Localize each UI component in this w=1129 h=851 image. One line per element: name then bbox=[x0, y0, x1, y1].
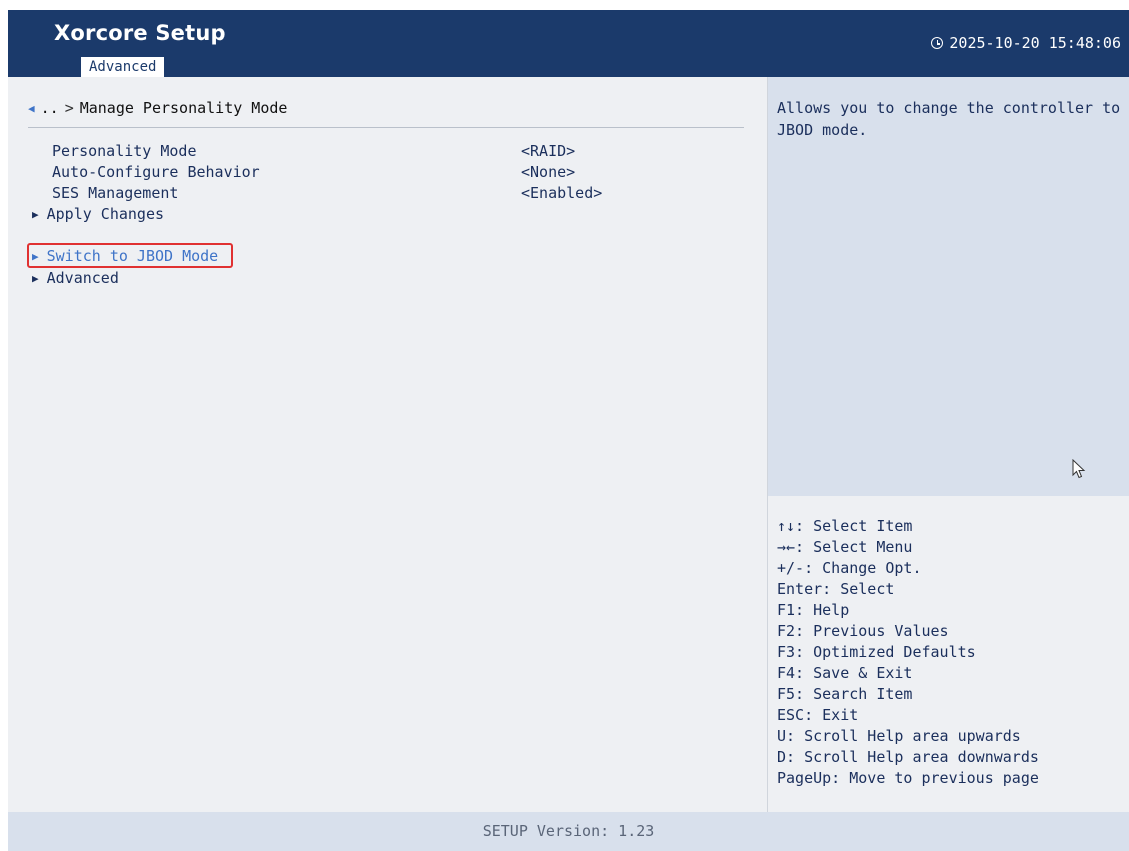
top-cropped-strip bbox=[0, 0, 1129, 10]
submenu-label: Apply Changes bbox=[46, 205, 165, 223]
key-legend-item: PageUp: Move to previous page bbox=[777, 769, 1039, 787]
breadcrumb-parent[interactable]: .. bbox=[41, 99, 59, 117]
clock-icon bbox=[931, 37, 944, 49]
key-legend-item: D: Scroll Help area downwards bbox=[777, 748, 1039, 766]
setting-ses-management-value[interactable]: <Enabled> bbox=[521, 184, 602, 202]
submenu-apply-changes[interactable]: ▶ Apply Changes bbox=[32, 205, 164, 223]
datetime: 2025-10-20 15:48:06 bbox=[931, 34, 1121, 52]
setting-ses-management-label[interactable]: SES Management bbox=[52, 184, 178, 202]
divider bbox=[28, 127, 744, 128]
setting-auto-configure-behavior-label[interactable]: Auto-Configure Behavior bbox=[52, 163, 260, 181]
breadcrumb-separator-icon: > bbox=[64, 99, 74, 117]
triangle-right-icon: ▶ bbox=[32, 207, 39, 221]
tab-advanced[interactable]: Advanced bbox=[81, 57, 165, 77]
key-legend-item: F5: Search Item bbox=[777, 685, 913, 703]
key-legend-item: F4: Save & Exit bbox=[777, 664, 913, 682]
key-legend-item: →←: Select Menu bbox=[777, 538, 913, 556]
back-arrow-icon[interactable]: ◀ bbox=[28, 102, 35, 115]
key-legend-item: ESC: Exit bbox=[777, 706, 859, 724]
setting-auto-configure-behavior-value[interactable]: <None> bbox=[521, 163, 575, 181]
datetime-text: 2025-10-20 15:48:06 bbox=[949, 34, 1121, 52]
key-legend-item: ↑↓: Select Item bbox=[777, 517, 913, 535]
setting-personality-mode-label[interactable]: Personality Mode bbox=[52, 142, 197, 160]
submenu-advanced[interactable]: ▶ Advanced bbox=[32, 269, 119, 287]
key-legend-item: F2: Previous Values bbox=[777, 622, 949, 640]
key-legend-list: ↑↓: Select Item →←: Select Menu +/-: Cha… bbox=[777, 516, 1039, 789]
setup-version: SETUP Version: 1.23 bbox=[482, 822, 655, 840]
main-panel: ◀ .. > Manage Personality Mode Personali… bbox=[8, 77, 767, 812]
key-legend-item: F1: Help bbox=[777, 601, 850, 619]
selection-highlight-box bbox=[27, 243, 233, 268]
submenu-label: Advanced bbox=[46, 269, 119, 287]
setting-personality-mode-value[interactable]: <RAID> bbox=[521, 142, 575, 160]
key-legend-item: U: Scroll Help area upwards bbox=[777, 727, 1021, 745]
help-panel[interactable]: Allows you to change the controller to J… bbox=[768, 77, 1129, 496]
breadcrumb-current: Manage Personality Mode bbox=[79, 99, 288, 117]
key-legend-panel: ↑↓: Select Item →←: Select Menu +/-: Cha… bbox=[768, 496, 1129, 812]
footer-bar: SETUP Version: 1.23 bbox=[8, 812, 1129, 851]
help-text: Allows you to change the controller to J… bbox=[777, 99, 1121, 139]
key-legend-item: F3: Optimized Defaults bbox=[777, 643, 976, 661]
key-legend-item: +/-: Change Opt. bbox=[777, 559, 922, 577]
app-title: Xorcore Setup bbox=[54, 21, 226, 45]
breadcrumb: ◀ .. > Manage Personality Mode bbox=[28, 99, 287, 117]
header-bar: Xorcore Setup Advanced 2025-10-20 15:48:… bbox=[8, 10, 1129, 77]
key-legend-item: Enter: Select bbox=[777, 580, 895, 598]
triangle-right-icon: ▶ bbox=[32, 271, 39, 285]
mouse-pointer-icon bbox=[1072, 459, 1086, 479]
